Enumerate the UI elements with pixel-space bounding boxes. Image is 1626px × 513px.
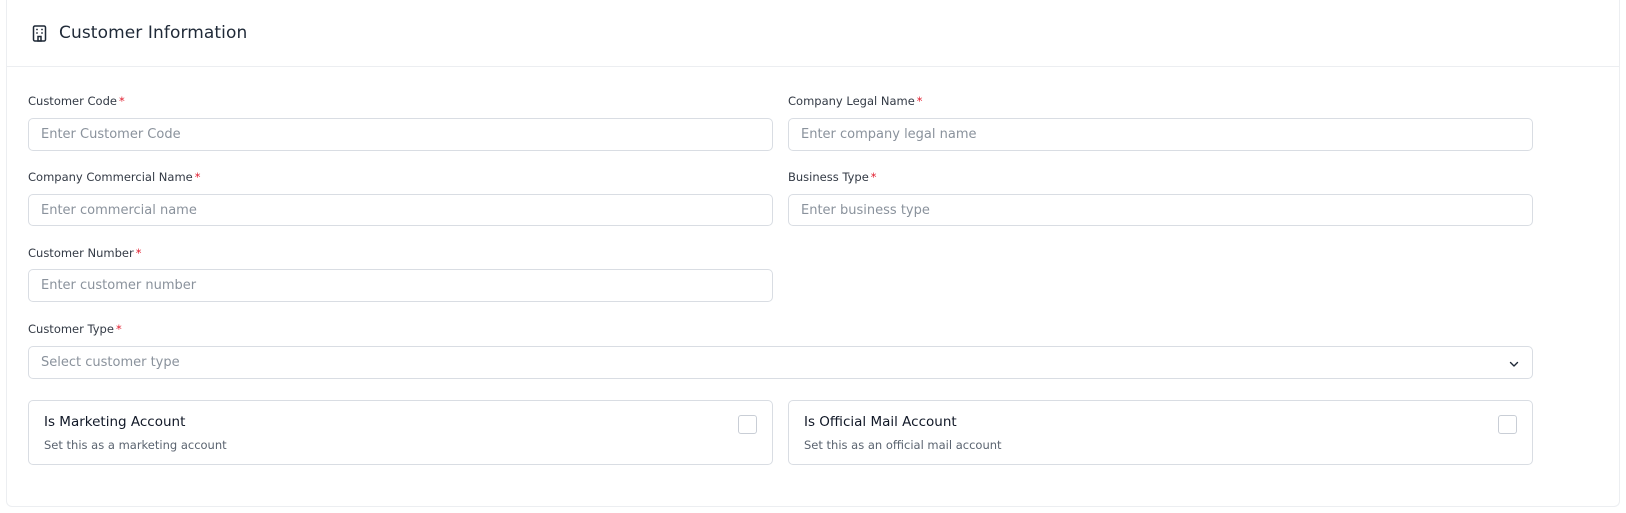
customer-code-label-text: Customer Code: [28, 94, 117, 108]
company-commercial-name-label-text: Company Commercial Name: [28, 170, 193, 184]
marketing-account-description: Set this as a marketing account: [44, 438, 227, 452]
card-title: Customer Information: [59, 23, 248, 43]
required-marker: *: [135, 246, 142, 260]
company-legal-name-input[interactable]: [788, 118, 1533, 151]
business-type-label: Business Type *: [788, 170, 877, 184]
marketing-account-checkbox[interactable]: [738, 415, 757, 434]
customer-type-label: Customer Type *: [28, 322, 122, 336]
required-marker: *: [870, 170, 877, 184]
company-legal-name-label: Company Legal Name *: [788, 94, 923, 108]
required-marker: *: [118, 94, 125, 108]
company-commercial-name-input[interactable]: [28, 194, 773, 226]
official-mail-account-card[interactable]: Is Official Mail Account Set this as an …: [788, 400, 1533, 465]
customer-code-label: Customer Code *: [28, 94, 125, 108]
customer-type-select[interactable]: Select customer type: [28, 346, 1533, 379]
building-icon: [32, 24, 47, 42]
marketing-account-title: Is Marketing Account: [44, 414, 186, 430]
customer-type-label-text: Customer Type: [28, 322, 114, 336]
customer-number-label: Customer Number *: [28, 246, 141, 260]
company-commercial-name-label: Company Commercial Name *: [28, 170, 200, 184]
chevron-down-icon: [1508, 358, 1520, 370]
marketing-account-card[interactable]: Is Marketing Account Set this as a marke…: [28, 400, 773, 465]
official-mail-account-checkbox[interactable]: [1498, 415, 1517, 434]
required-marker: *: [916, 94, 923, 108]
customer-number-label-text: Customer Number: [28, 246, 134, 260]
customer-number-input[interactable]: [28, 269, 773, 302]
required-marker: *: [194, 170, 201, 184]
card-header: Customer Information: [7, 0, 1619, 67]
business-type-label-text: Business Type: [788, 170, 869, 184]
official-mail-account-description: Set this as an official mail account: [804, 438, 1002, 452]
customer-type-select-placeholder: Select customer type: [41, 355, 180, 370]
company-legal-name-label-text: Company Legal Name: [788, 94, 915, 108]
business-type-input[interactable]: [788, 194, 1533, 226]
official-mail-account-title: Is Official Mail Account: [804, 414, 957, 430]
required-marker: *: [115, 322, 122, 336]
customer-code-input[interactable]: [28, 118, 773, 151]
